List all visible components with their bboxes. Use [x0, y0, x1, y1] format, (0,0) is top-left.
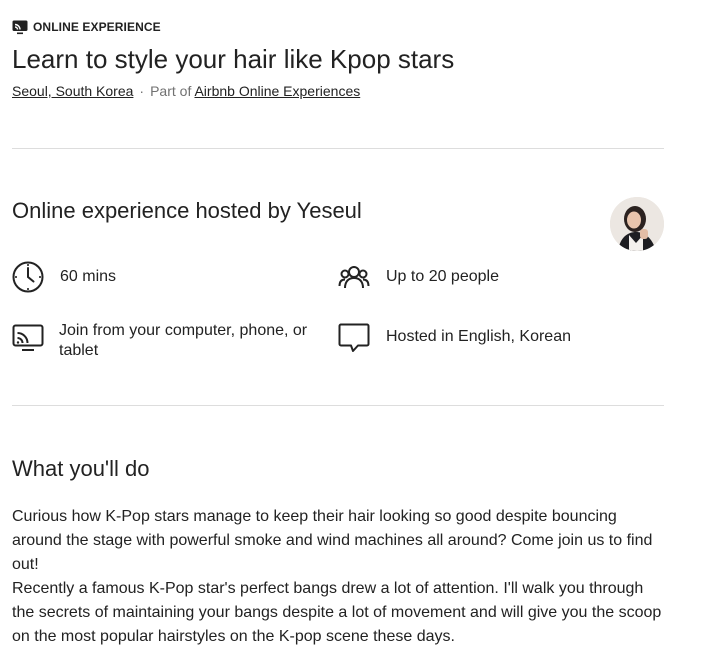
host-heading: Online experience hosted by Yeseul — [12, 198, 362, 223]
screen-icon — [12, 19, 28, 35]
people-icon — [338, 261, 370, 293]
badge-label: ONLINE EXPERIENCE — [33, 20, 161, 34]
experience-meta: Seoul, South Korea · Part of Airbnb Online… — [12, 82, 360, 100]
what-youll-do-heading: What you'll do — [12, 456, 150, 481]
section-divider — [12, 148, 664, 149]
group-size-label: Up to 20 people — [386, 268, 499, 285]
location-link[interactable]: Seoul, South Korea — [12, 83, 133, 99]
host-avatar[interactable] — [610, 197, 664, 251]
part-of-label: Part of — [150, 83, 192, 99]
duration-label: 60 mins — [60, 268, 117, 285]
meta-separator: · — [139, 83, 145, 99]
experience-description: Curious how K-Pop stars manage to keep t… — [12, 505, 662, 649]
duration-feature: 60 mins — [12, 261, 116, 293]
group-size-feature: Up to 20 people — [338, 261, 499, 293]
devices-icon — [12, 321, 44, 353]
page-title: Learn to style your hair like Kpop stars — [12, 44, 455, 74]
online-experiences-link[interactable]: Airbnb Online Experiences — [194, 83, 360, 99]
clock-icon — [12, 261, 44, 293]
chat-bubble-icon — [338, 321, 370, 353]
language-feature: Hosted in English, Korean — [338, 321, 571, 353]
experience-type-badge: ONLINE EXPERIENCE — [12, 19, 161, 35]
description-paragraph: Curious how K-Pop stars manage to keep t… — [12, 508, 653, 573]
devices-feature: Join from your computer, phone, or table… — [12, 321, 321, 361]
language-label: Hosted in English, Korean — [386, 328, 571, 345]
section-divider — [12, 405, 664, 406]
description-paragraph: Recently a famous K-Pop star's perfect b… — [12, 580, 662, 645]
devices-label: Join from your computer, phone, or table… — [59, 322, 308, 359]
